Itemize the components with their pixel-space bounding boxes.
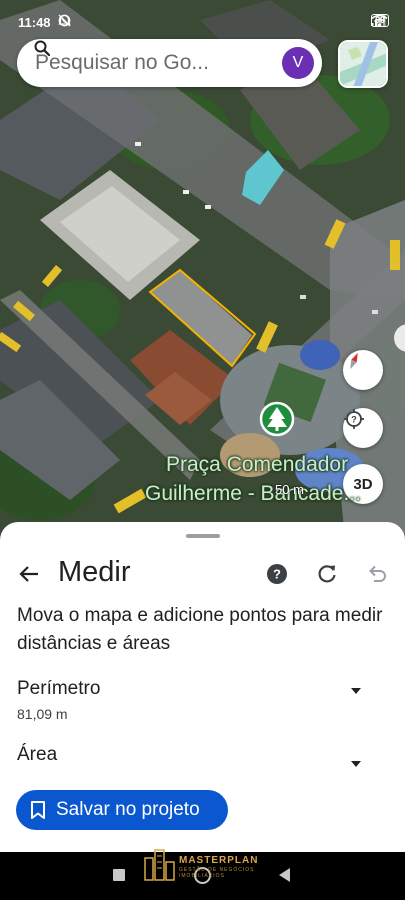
undo-icon[interactable] (366, 563, 388, 585)
svg-text:?: ? (273, 567, 281, 582)
search-bar[interactable]: Pesquisar no Go... V (17, 39, 322, 87)
poi-marker-icon[interactable] (259, 401, 295, 437)
wifi-icon (371, 14, 388, 27)
measure-instructions: Mova o mapa e adicione pontos para medir… (17, 605, 383, 654)
chevron-down-icon[interactable] (351, 688, 361, 694)
compass-icon (350, 352, 358, 370)
poi-label-line2[interactable]: Guilherme - Bancade... (145, 482, 361, 506)
chevron-down-icon[interactable] (351, 761, 361, 767)
bookmark-icon (31, 801, 45, 819)
back-button[interactable] (279, 868, 290, 882)
drag-handle[interactable] (186, 534, 220, 538)
search-input[interactable]: Pesquisar no Go... (35, 51, 282, 75)
map-layers-icon (340, 42, 386, 86)
my-location-button[interactable]: ? (343, 408, 383, 448)
map-layers-button[interactable] (338, 40, 388, 88)
whatsapp-icon (58, 14, 71, 27)
perimeter-value: 81,09 m (17, 706, 68, 722)
building-logo-icon (144, 849, 175, 881)
watermark-subtitle: GESTÃO DE NEGÓCIOS IMOBILIÁRIOS (179, 867, 255, 879)
arrow-left-icon[interactable] (18, 563, 40, 585)
measure-sheet: Medir ? Mova o mapa e adicione pontos pa… (0, 522, 405, 852)
status-time: 11:48 (18, 15, 51, 30)
poi-label-line1[interactable]: Praça Comendador (166, 453, 348, 477)
page-title: Medir (58, 556, 131, 588)
map-scale: 50 m (275, 482, 304, 497)
recent-apps-button[interactable] (113, 869, 125, 881)
save-button-label: Salvar no projeto (56, 799, 200, 820)
search-icon (34, 40, 51, 57)
status-bar: 11:48 60 (0, 0, 405, 40)
watermark-name: MASTERPLAN (179, 855, 259, 866)
sheet-header: Medir ? (0, 554, 405, 594)
compass-button[interactable] (343, 350, 383, 390)
refresh-icon[interactable] (316, 563, 338, 585)
svg-text:?: ? (351, 415, 357, 425)
satellite-map[interactable]: 11:48 60 (0, 0, 405, 540)
area-label: Área (17, 744, 58, 765)
area-row[interactable]: Área (17, 744, 387, 767)
help-icon[interactable]: ? (266, 563, 288, 585)
perimeter-row[interactable]: Perímetro 81,09 m (17, 678, 387, 722)
watermark-logo: MASTERPLAN GESTÃO DE NEGÓCIOS IMOBILIÁRI… (143, 846, 273, 882)
perimeter-label: Perímetro (17, 678, 101, 699)
save-to-project-button[interactable]: Salvar no projeto (16, 790, 228, 830)
my-location-icon: ? (344, 409, 364, 429)
avatar[interactable]: V (282, 47, 314, 79)
